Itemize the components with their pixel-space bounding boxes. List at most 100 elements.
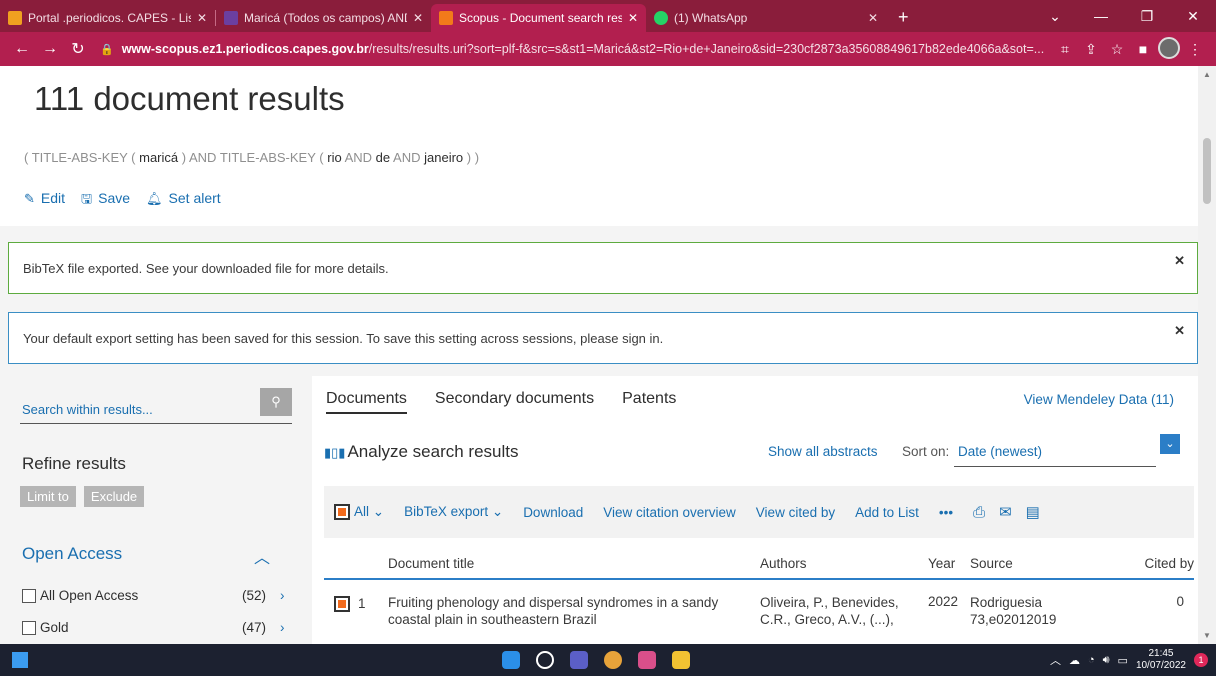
checkbox[interactable] [22,620,36,635]
pencil-icon: ✎ [24,191,35,206]
citation-overview-button[interactable]: View citation overview [603,505,736,520]
query-part: ) ) [466,150,480,165]
onedrive-icon[interactable]: ☁ [1069,654,1080,667]
print-icon[interactable]: ⎙ [973,504,985,521]
battery-icon[interactable]: ▭ [1118,654,1128,667]
translate-icon[interactable]: ⌗ [1052,41,1078,58]
browser-tab-scopus[interactable]: Scopus - Document search result ✕ [431,4,646,32]
start-icon[interactable] [502,651,520,669]
more-options-icon[interactable]: ••• [939,505,953,520]
search-icon[interactable] [536,651,554,669]
column-source[interactable]: Source [970,556,1013,571]
row-checkbox[interactable] [334,596,350,612]
scroll-up-icon[interactable]: ▲ [1203,70,1211,79]
browser-tab-whatsapp[interactable]: (1) WhatsApp ✕ [646,4,886,32]
profile-avatar[interactable] [1156,36,1182,62]
scroll-thumb[interactable] [1203,138,1211,204]
save-button[interactable]: 🖫 Save [81,190,130,212]
search-within-input[interactable]: Search within results... [22,402,153,417]
column-document-title[interactable]: Document title [388,556,474,571]
browser-tab-marica[interactable]: Maricá (Todos os campos) AND R ✕ [216,4,431,32]
clock[interactable]: 21:45 10/07/2022 [1136,648,1186,672]
wifi-icon[interactable]: ◔ [1088,654,1095,666]
window-controls: ⌄ — ❐ ✕ [1032,0,1216,32]
close-icon[interactable]: ✕ [1174,253,1185,269]
export-setting-alert: Your default export setting has been sav… [8,312,1198,364]
row-number: 1 [358,596,366,611]
view-mendeley-link[interactable]: View Mendeley Data (11) [1024,392,1174,407]
teams-icon[interactable] [570,651,588,669]
facet-all-open-access[interactable]: All Open Access (52) › [22,588,290,603]
column-authors[interactable]: Authors [760,556,807,571]
reload-icon[interactable]: ↻ [64,39,92,59]
add-to-list-button[interactable]: Add to List [855,505,919,520]
download-button[interactable]: Download [523,505,583,520]
chevron-right-icon[interactable]: › [280,620,285,635]
file-explorer-icon[interactable] [672,651,690,669]
tab-title: Maricá (Todos os campos) AND R [244,11,407,25]
open-access-heading[interactable]: Open Access [22,544,122,564]
close-tab-icon[interactable]: ✕ [413,11,423,25]
facet-gold[interactable]: Gold (47) › [22,620,290,635]
select-all-dropdown[interactable]: All ⌄ [354,504,384,520]
close-icon[interactable]: ✕ [1174,323,1185,339]
chevron-right-icon[interactable]: › [280,588,285,603]
notification-badge[interactable]: 1 [1194,653,1208,667]
document-title-link[interactable]: Fruiting phenology and dispersal syndrom… [388,594,748,628]
exclude-button[interactable]: Exclude [83,486,145,507]
bibtex-export-dropdown[interactable]: BibTeX export ⌄ [404,504,503,520]
back-icon[interactable]: ← [8,40,36,58]
chevron-up-icon[interactable]: ︿ [254,544,270,568]
chevron-up-icon[interactable]: ︿ [1050,652,1061,668]
sort-select[interactable]: Date (newest) [958,444,1042,459]
forward-icon[interactable]: → [36,40,64,58]
cited-by-count: 0 [1176,594,1184,609]
url-field[interactable]: 🔒 www-scopus.ez1.periodicos.capes.gov.br… [100,36,1044,62]
close-tab-icon[interactable]: ✕ [868,11,878,25]
browser-tab-capes[interactable]: Portal .periodicos. CAPES - Lista c ✕ [0,4,215,32]
clock-time: 21:45 [1148,648,1174,659]
tab-documents[interactable]: Documents [326,390,407,414]
system-tray: ︿ ☁ ◔ 🔊︎ ▭ 21:45 10/07/2022 1 [1050,648,1208,672]
tab-search-icon[interactable]: ⌄ [1032,8,1078,25]
url-path: /results/results.uri?sort=plf-f&src=s&st… [368,42,1044,56]
column-year[interactable]: Year [928,556,955,571]
share-icon[interactable]: ⇪ [1078,41,1104,58]
checkbox[interactable] [22,588,36,603]
bibliography-icon[interactable]: ▤ [1026,503,1040,521]
chrome-icon[interactable] [604,651,622,669]
facet-label: Gold [40,620,69,635]
close-tab-icon[interactable]: ✕ [197,11,207,25]
chevron-down-icon[interactable]: ⌄ [1160,434,1180,454]
analyze-results-link[interactable]: ▮▯▮ Analyze search results [324,442,519,462]
query-operator: AND [344,150,373,165]
column-cited-by[interactable]: Cited by [1144,556,1194,571]
select-all-checkbox[interactable] [334,504,350,520]
tab-secondary-documents[interactable]: Secondary documents [435,390,594,414]
search-within-results[interactable]: Search within results... ⚲ [20,388,292,424]
kebab-menu-icon[interactable]: ⋮ [1182,41,1208,58]
tab-title: (1) WhatsApp [674,11,748,25]
close-window-icon[interactable]: ✕ [1170,8,1216,25]
side-panel-icon[interactable]: ■ [1130,41,1156,57]
scroll-down-icon[interactable]: ▼ [1203,631,1211,640]
new-tab-icon[interactable]: + [898,7,909,28]
close-tab-icon[interactable]: ✕ [628,11,638,25]
tab-patents[interactable]: Patents [622,390,676,414]
copilot-icon[interactable] [638,651,656,669]
edit-button[interactable]: ✎ Edit [24,190,65,212]
volume-icon[interactable]: 🔊︎ [1103,654,1110,667]
page-scrollbar[interactable]: ▲ ▼ [1198,66,1216,644]
limit-to-button[interactable]: Limit to [20,486,76,507]
bookmark-star-icon[interactable]: ☆ [1104,41,1130,58]
view-cited-by-button[interactable]: View cited by [756,505,835,520]
widgets-icon[interactable] [12,652,28,668]
search-query: ( TITLE-ABS-KEY ( maricá ) AND TITLE-ABS… [24,150,479,165]
set-alert-button[interactable]: 🔔︎ Set alert [146,190,221,212]
restore-icon[interactable]: ❐ [1124,8,1170,25]
email-icon[interactable]: ✉ [999,503,1012,521]
bar-chart-icon: ▮▯▮ [324,445,346,460]
search-icon[interactable]: ⚲ [260,388,292,416]
minimize-icon[interactable]: — [1078,8,1124,24]
show-abstracts-link[interactable]: Show all abstracts [768,444,878,459]
